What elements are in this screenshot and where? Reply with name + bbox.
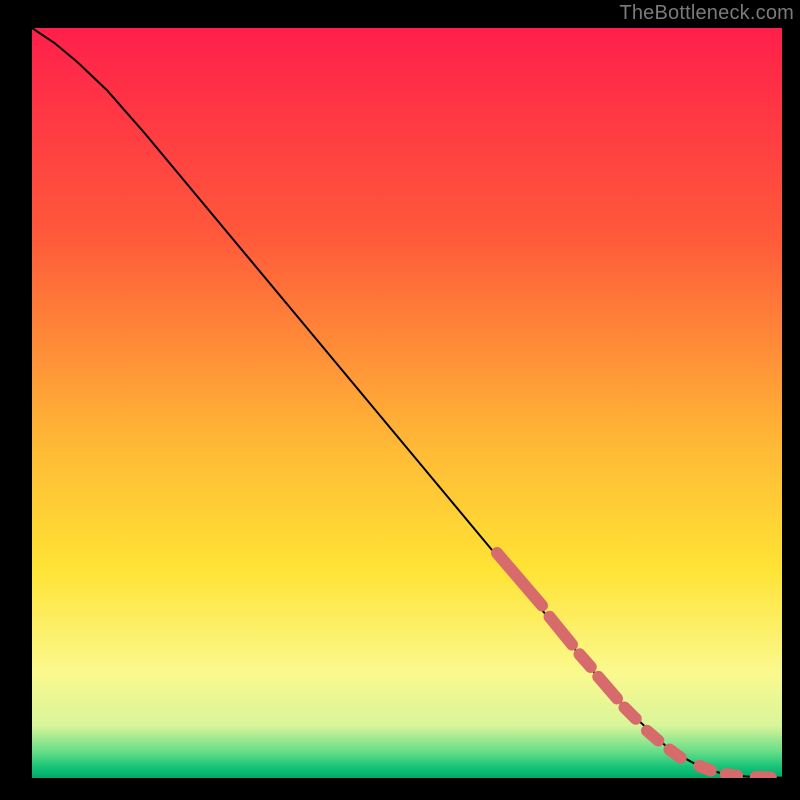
plot-area [32, 28, 782, 778]
marker-segment [670, 750, 681, 758]
marker-segment [726, 774, 737, 776]
marker-segment [647, 731, 658, 741]
marker-segment [700, 766, 711, 771]
marker-segment [625, 708, 636, 719]
watermark-text: TheBottleneck.com [619, 2, 794, 25]
chart-svg [32, 28, 782, 778]
marker-segment [580, 654, 591, 667]
chart-frame: TheBottleneck.com [0, 0, 800, 800]
gradient-background [32, 28, 782, 778]
